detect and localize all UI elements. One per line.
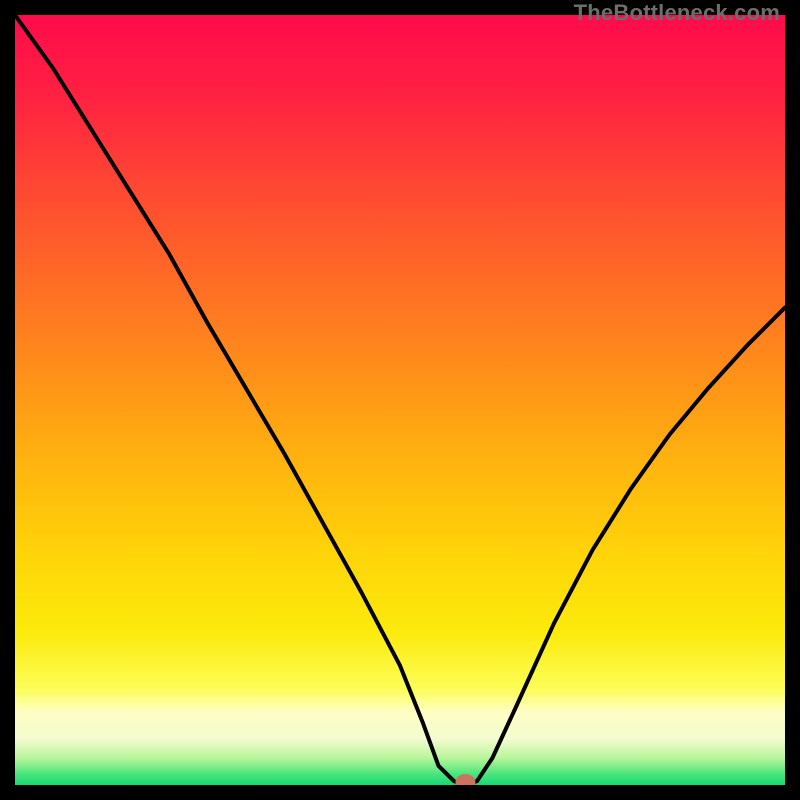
attribution-label: TheBottleneck.com	[574, 0, 780, 26]
bottleneck-chart	[15, 15, 785, 785]
chart-frame	[15, 15, 785, 785]
